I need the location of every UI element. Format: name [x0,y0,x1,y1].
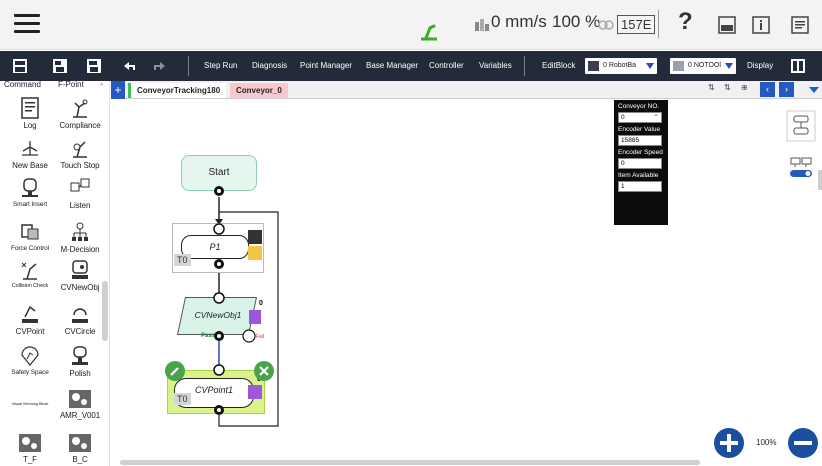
flow-connectors [215,197,279,427]
cvpoint-vision-icon [248,385,262,399]
encoder-speed-label: Encoder Speed [618,149,663,156]
flow-structure-icon[interactable] [786,110,816,142]
zoom-out-button[interactable] [788,428,818,458]
zoom-level: 100% [756,438,777,447]
cvpoint-out-port-icon[interactable] [213,404,225,416]
fail-label: Fail [256,334,265,340]
conveyor-info-panel: Conveyor NO. 0 Encoder Value 15885 Encod… [614,100,668,225]
conveyor-no-select[interactable]: 0 [618,110,662,123]
p1-in-port-icon[interactable] [213,223,225,235]
cvnewobj-count: 0 [259,300,263,307]
p1-point-icon [248,246,262,260]
item-available-field: 1 [618,181,662,192]
canvas-vertical-scrollbar[interactable] [818,170,822,190]
start-out-port-icon[interactable] [213,185,225,197]
conveyor-no-label: Conveyor NO. [618,103,660,110]
delete-node-icon[interactable] [253,360,275,382]
toggle-off-icon[interactable] [788,156,814,182]
p1-motion-icon [248,230,262,244]
encoder-speed-field: 0 [618,158,662,169]
cvnewobj-node-label: CVNewObj1 [194,310,242,320]
tmflow-app: 0 mm/s 100 % 157E ? Step Run Diagnosis P… [0,0,822,466]
start-node-label: Start [208,167,230,178]
zoom-in-button[interactable] [714,428,744,458]
cvnewobj-fail-port-icon[interactable] [242,329,256,343]
item-available-label: Item Available [618,172,659,179]
p1-out-port-icon[interactable] [213,258,225,270]
encoder-value-field: 15885 [618,135,662,146]
p1-node-label: P1 [181,235,249,259]
cvpoint-in-port-icon[interactable] [213,364,225,376]
cvnewobj-vision-icon [249,310,261,324]
p1-tool-badge: T0 [174,254,191,266]
pass-label: Pass [201,333,216,339]
cvnewobj-in-port-icon[interactable] [213,292,225,304]
cvpoint-tool-badge: T0 [174,393,191,405]
edit-node-icon[interactable] [164,360,186,382]
canvas-horizontal-scrollbar[interactable] [120,460,700,465]
encoder-value-label: Encoder Value [618,126,661,133]
